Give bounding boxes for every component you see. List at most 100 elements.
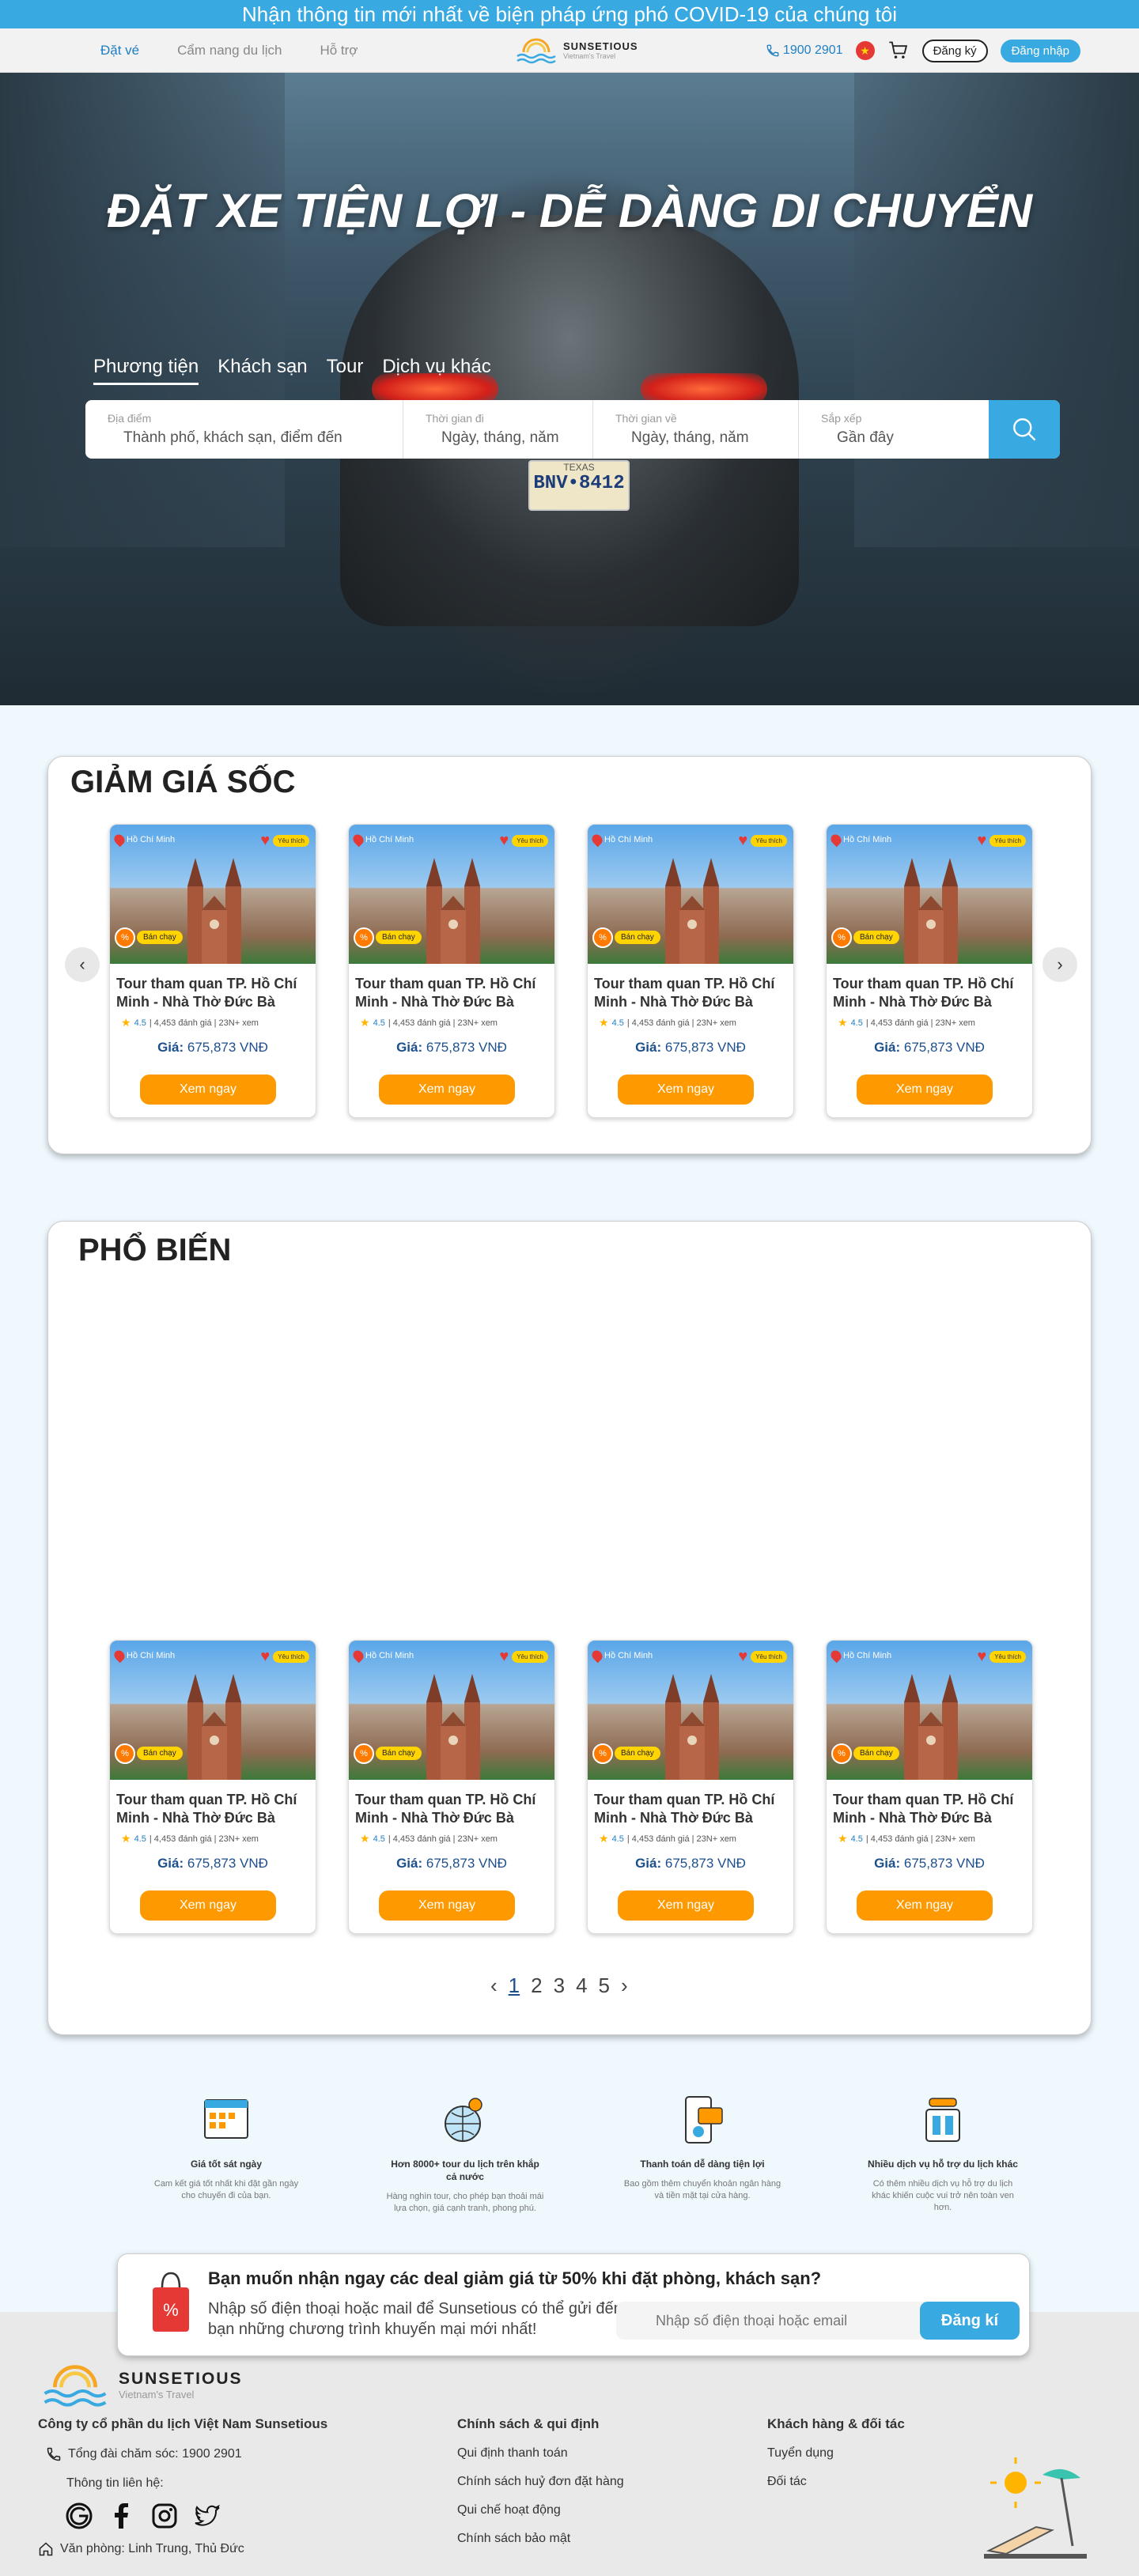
tour-card[interactable]: Hồ Chí Minh ♥ Yêu thích% Bán chạy Tour tham …	[348, 824, 555, 1118]
tab-tour[interactable]: Tour	[327, 356, 364, 385]
tour-meta: ★ 4.5 | 4,453 đánh giá | 23N+ xem	[360, 1016, 498, 1029]
plate-number: BNV•8412	[533, 473, 625, 494]
tour-price: Giá: 675,873 VNĐ	[110, 1040, 316, 1056]
sunset-logo-icon	[517, 38, 556, 64]
favorite-tag[interactable]: ♥ Yêu thích	[260, 833, 309, 848]
view-now-button[interactable]: Xem ngay	[140, 1890, 276, 1921]
favorite-tag[interactable]: ♥ Yêu thích	[738, 833, 787, 848]
policy-link[interactable]: Chính sách huỷ đơn đặt hàng	[457, 2475, 624, 2489]
view-now-button[interactable]: Xem ngay	[379, 1075, 515, 1105]
home-icon	[39, 2542, 53, 2556]
favorite-tag[interactable]: ♥ Yêu thích	[260, 1649, 309, 1664]
pager-page-5[interactable]: 5	[599, 1974, 610, 1998]
discount-bag-icon: %	[153, 2272, 189, 2332]
tab-other-services[interactable]: Dịch vụ khác	[382, 356, 490, 385]
tour-name[interactable]: Tour tham quan TP. Hồ Chí Minh - Nhà Thờ…	[594, 975, 789, 1011]
pager-page-1[interactable]: 1	[509, 1974, 520, 1998]
favorite-tag[interactable]: ♥ Yêu thích	[499, 1649, 548, 1664]
luggage-icon	[925, 2098, 960, 2142]
tour-name[interactable]: Tour tham quan TP. Hồ Chí Minh - Nhà Thờ…	[116, 975, 311, 1011]
return-date-field[interactable]: Thời gian về Ngày, tháng, năm	[593, 400, 799, 459]
pager-page-3[interactable]: 3	[554, 1974, 565, 1998]
search-button[interactable]	[989, 400, 1060, 459]
location-text: Hồ Chí Minh	[365, 1651, 414, 1660]
heart-icon: ♥	[738, 1648, 748, 1665]
social-links	[65, 2502, 327, 2530]
policy-link[interactable]: Chính sách bảo mật	[457, 2532, 624, 2546]
partner-link[interactable]: Đối tác	[767, 2475, 905, 2489]
pager-prev-icon[interactable]: ‹	[490, 1974, 498, 1998]
register-button[interactable]: Đăng ký	[921, 39, 988, 62]
announcement-bar[interactable]: Nhận thông tin mới nhất về biện pháp ứng…	[0, 0, 1139, 28]
tour-price: Giá: 675,873 VNĐ	[588, 1856, 793, 1872]
tour-card[interactable]: Hồ Chí Minh ♥ Yêu thích% Bán chạy Tour tham …	[587, 824, 794, 1118]
company-name: Công ty cổ phần du lịch Việt Nam Sunseti…	[38, 2416, 328, 2431]
nav-book[interactable]: Đặt vé	[100, 43, 139, 59]
footer-hotline[interactable]: Tổng đài chăm sóc: 1900 2901	[46, 2446, 327, 2462]
pager-page-2[interactable]: 2	[531, 1974, 542, 1998]
price-value: 675,873 VNĐ	[903, 1040, 985, 1055]
view-now-button[interactable]: Xem ngay	[379, 1890, 515, 1921]
newsletter-submit-button[interactable]: Đăng kí	[920, 2302, 1020, 2340]
license-plate: TEXAS BNV•8412	[528, 460, 630, 511]
cart-icon[interactable]	[887, 40, 910, 62]
sale-next-arrow-icon[interactable]: ›	[1043, 947, 1077, 982]
sort-placeholder: Gần đây	[837, 429, 894, 446]
newsletter-input[interactable]	[616, 2302, 915, 2340]
partner-link[interactable]: Tuyển dụng	[767, 2446, 905, 2461]
favorite-tag[interactable]: ♥ Yêu thích	[977, 833, 1026, 848]
newsletter-form: Đăng kí	[616, 2302, 1020, 2340]
discount-badge: %	[115, 1743, 135, 1764]
sale-prev-arrow-icon[interactable]: ‹	[65, 947, 100, 982]
view-now-button[interactable]: Xem ngay	[618, 1075, 754, 1105]
tour-image: Hồ Chí Minh ♥ Yêu thích% Bán chạy	[110, 1641, 316, 1780]
cathedral-image-icon	[904, 858, 958, 964]
tour-card[interactable]: Hồ Chí Minh ♥ Yêu thích% Bán chạy Tour tham …	[109, 1640, 316, 1934]
tour-name[interactable]: Tour tham quan TP. Hồ Chí Minh - Nhà Thờ…	[594, 1791, 789, 1827]
tour-card[interactable]: Hồ Chí Minh ♥ Yêu thích% Bán chạy Tour tham …	[348, 1640, 555, 1934]
instagram-icon[interactable]	[150, 2502, 179, 2530]
policy-link[interactable]: Qui chế hoạt động	[457, 2503, 624, 2517]
tour-card[interactable]: Hồ Chí Minh ♥ Yêu thích% Bán chạy Tour tham …	[826, 1640, 1033, 1934]
login-button[interactable]: Đăng nhập	[1000, 39, 1080, 62]
location-field[interactable]: Địa điểm Thành phố, khách sạn, điểm đến	[85, 400, 403, 459]
view-now-button[interactable]: Xem ngay	[857, 1890, 993, 1921]
tour-name[interactable]: Tour tham quan TP. Hồ Chí Minh - Nhà Thờ…	[833, 975, 1027, 1011]
tour-stats: | 4,453 đánh giá | 23N+ xem	[865, 1834, 975, 1844]
google-icon[interactable]	[65, 2502, 93, 2530]
policy-link[interactable]: Qui định thanh toán	[457, 2446, 624, 2461]
sort-field[interactable]: Sắp xếp Gần đây	[799, 400, 989, 459]
nav-support[interactable]: Hỗ trợ	[320, 43, 358, 59]
pager-page-4[interactable]: 4	[576, 1974, 587, 1998]
tour-card[interactable]: Hồ Chí Minh ♥ Yêu thích% Bán chạy Tour tham …	[826, 824, 1033, 1118]
tour-card[interactable]: Hồ Chí Minh ♥ Yêu thích% Bán chạy Tour tham …	[587, 1640, 794, 1934]
favorite-tag[interactable]: ♥ Yêu thích	[738, 1649, 787, 1664]
footer-logo-tagline: Vietnam's Travel	[119, 2388, 195, 2400]
twitter-icon[interactable]	[193, 2502, 221, 2530]
depart-date-field[interactable]: Thời gian đi Ngày, tháng, năm	[403, 400, 593, 459]
logo[interactable]: SUNSETIOUS Vietnam's Travel	[514, 35, 638, 66]
tour-name[interactable]: Tour tham quan TP. Hồ Chí Minh - Nhà Thờ…	[355, 975, 550, 1011]
facebook-icon[interactable]	[108, 2502, 136, 2530]
tour-name[interactable]: Tour tham quan TP. Hồ Chí Minh - Nhà Thờ…	[355, 1791, 550, 1827]
footer-logo[interactable]: SUNSETIOUS Vietnam's Travel	[40, 2359, 243, 2410]
tab-hotels[interactable]: Khách sạn	[218, 356, 307, 385]
tour-card[interactable]: Hồ Chí Minh ♥ Yêu thích% Bán chạy Tour tham …	[109, 824, 316, 1118]
favorite-tag[interactable]: ♥ Yêu thích	[977, 1649, 1026, 1664]
view-now-button[interactable]: Xem ngay	[618, 1890, 754, 1921]
heart-icon: ♥	[260, 832, 271, 849]
partner-title: Khách hàng & đối tác	[767, 2416, 905, 2431]
pager-next-icon[interactable]: ›	[621, 1974, 628, 1998]
favorite-tag[interactable]: ♥ Yêu thích	[499, 833, 548, 848]
view-now-button[interactable]: Xem ngay	[140, 1075, 276, 1105]
nav-guide[interactable]: Cẩm nang du lịch	[177, 43, 282, 59]
tour-image: Hồ Chí Minh ♥ Yêu thích% Bán chạy	[827, 1641, 1032, 1780]
view-now-button[interactable]: Xem ngay	[857, 1075, 993, 1105]
language-flag-icon[interactable]: ★	[855, 41, 875, 60]
tour-name[interactable]: Tour tham quan TP. Hồ Chí Minh - Nhà Thờ…	[833, 1791, 1027, 1827]
hotline-number: 1900 2901	[782, 43, 843, 57]
tour-stats: | 4,453 đánh giá | 23N+ xem	[626, 1018, 736, 1028]
hotline-link[interactable]: 1900 2901	[766, 43, 843, 58]
tab-vehicles[interactable]: Phương tiện	[93, 356, 199, 385]
tour-name[interactable]: Tour tham quan TP. Hồ Chí Minh - Nhà Thờ…	[116, 1791, 311, 1827]
